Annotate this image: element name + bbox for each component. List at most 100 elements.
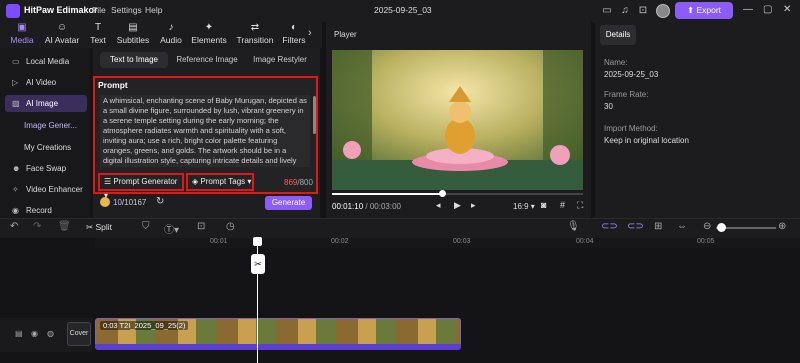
detail-import-label: Import Method: bbox=[604, 124, 658, 133]
fit-icon[interactable]: ⊞ bbox=[654, 221, 662, 232]
player-label: Player bbox=[334, 30, 357, 39]
detail-import-value: Keep in original location bbox=[604, 136, 689, 145]
ai-image-icon: ▨ bbox=[12, 99, 20, 108]
sidebar-item-ai-image[interactable]: ▨ AI Image bbox=[5, 95, 87, 112]
snapshot-icon[interactable]: ◙ bbox=[541, 200, 546, 210]
sidebar-item-local-media[interactable]: ▭ Local Media bbox=[5, 53, 87, 70]
sidebar-item-record[interactable]: ◉ Record bbox=[5, 202, 87, 219]
list-icon: ☰ bbox=[104, 177, 112, 186]
track-visibility-icon[interactable]: ◉ bbox=[31, 329, 38, 338]
timeline-ruler[interactable] bbox=[95, 238, 800, 248]
scissors-icon: ✂ bbox=[86, 222, 94, 232]
prompt-generator-button[interactable]: ☰ Prompt Generator ▾ bbox=[98, 173, 184, 200]
ruler-label: 00:01 bbox=[210, 238, 228, 245]
char-count: 869/800 bbox=[284, 178, 313, 187]
redo-icon[interactable]: ↷ bbox=[33, 221, 41, 232]
sidebar-item-video-enhancer[interactable]: ✧ Video Enhancer bbox=[5, 181, 87, 198]
speed-icon[interactable]: ◷ bbox=[226, 221, 235, 232]
sidebar-subitem-my-creations[interactable]: My Creations bbox=[24, 143, 71, 152]
prompt-scrollbar[interactable] bbox=[313, 96, 316, 134]
crop-icon[interactable]: ⊡ bbox=[197, 221, 205, 232]
sidebar-subitem-image-generator[interactable]: Image Gener... bbox=[24, 121, 77, 130]
microphone-icon[interactable]: 🎙 bbox=[567, 221, 580, 232]
ruler-label: 00:02 bbox=[331, 238, 349, 245]
export-label: Export bbox=[696, 5, 722, 15]
maximize-icon[interactable]: ▢ bbox=[763, 4, 772, 15]
zoom-in-icon[interactable]: ⊕ bbox=[778, 221, 786, 232]
ai-video-icon: ▷ bbox=[12, 78, 19, 87]
text-tool-icon[interactable]: Ⓣ▾ bbox=[164, 221, 179, 236]
tab-details[interactable]: Details bbox=[600, 25, 636, 45]
project-title: 2025-09-25_03 bbox=[374, 5, 432, 15]
cover-button[interactable]: Cover bbox=[67, 322, 91, 346]
detail-framerate-label: Frame Rate: bbox=[604, 90, 649, 99]
clip-label: 0:03 T2I_2025_09_25(2) bbox=[100, 321, 189, 330]
expand-icon[interactable]: ⇔ bbox=[677, 221, 687, 232]
zoom-handle[interactable] bbox=[717, 223, 726, 232]
generate-button[interactable]: Generate bbox=[265, 196, 312, 210]
app-logo-icon bbox=[6, 4, 20, 18]
split-button[interactable]: ✂ Split bbox=[86, 222, 112, 233]
close-icon[interactable]: ✕ bbox=[783, 4, 791, 15]
tab-reference-image[interactable]: Reference Image bbox=[172, 52, 242, 68]
avatar[interactable] bbox=[656, 4, 670, 18]
menu-help[interactable]: Help bbox=[145, 5, 162, 15]
ruler-label: 00:03 bbox=[453, 238, 471, 245]
detail-name-label: Name: bbox=[604, 58, 628, 67]
sidebar-item-face-swap[interactable]: ☻ Face Swap bbox=[5, 160, 87, 177]
split-marker-icon[interactable]: ✂ bbox=[251, 254, 265, 274]
sidebar-item-ai-video[interactable]: ▷ AI Video bbox=[5, 74, 87, 91]
tag-icon: ◈ bbox=[192, 177, 199, 186]
credits: 10/10167 bbox=[113, 198, 147, 207]
layout-icon[interactable]: ▭ bbox=[600, 4, 614, 18]
chevron-down-icon: ▾ bbox=[247, 177, 252, 186]
menu-file[interactable]: File bbox=[92, 5, 106, 15]
record-icon: ◉ bbox=[12, 206, 19, 215]
track-lock-icon[interactable]: ▤ bbox=[15, 329, 23, 338]
media-icon: ▣ bbox=[17, 22, 27, 33]
export-button[interactable]: ⬆ Export bbox=[675, 2, 733, 19]
grid-icon[interactable]: # bbox=[560, 200, 565, 210]
fullscreen-icon[interactable]: ⛶ bbox=[577, 200, 583, 211]
app-name: HitPaw Edimakor bbox=[24, 5, 98, 15]
prev-frame-icon[interactable]: ◂ bbox=[436, 200, 441, 211]
detail-name-value: 2025-09-25_03 bbox=[604, 70, 659, 79]
enhancer-icon: ✧ bbox=[12, 185, 19, 194]
minimize-icon[interactable]: — bbox=[743, 4, 753, 15]
elements-icon: ✦ bbox=[204, 22, 214, 33]
play-icon[interactable]: ▶ bbox=[454, 200, 461, 211]
refresh-icon[interactable]: ↻ bbox=[156, 196, 164, 207]
progress-fill bbox=[332, 193, 443, 195]
zoom-out-icon[interactable]: ⊖ bbox=[703, 221, 711, 232]
ruler-label: 00:04 bbox=[576, 238, 594, 245]
shield-icon[interactable]: ⛉ bbox=[142, 221, 150, 232]
delete-icon[interactable]: 🗑 bbox=[58, 221, 71, 232]
transition-icon: ⇄ bbox=[250, 22, 260, 33]
tab-text-to-image[interactable]: Text to Image bbox=[100, 52, 168, 68]
aspect-ratio[interactable]: 16:9 ▾ bbox=[513, 202, 535, 211]
playhead-handle[interactable] bbox=[253, 237, 262, 246]
gift-icon[interactable]: ⊡ bbox=[636, 4, 650, 18]
tab-transition[interactable]: ⇄ Transition bbox=[233, 22, 277, 48]
clip-audio-bar bbox=[95, 344, 461, 350]
tab-image-restyler[interactable]: Image Restyler bbox=[246, 52, 314, 68]
menu-settings[interactable]: Settings bbox=[111, 5, 142, 15]
tab-elements[interactable]: ✦ Elements bbox=[187, 22, 231, 48]
prompt-tags-button[interactable]: ◈ Prompt Tags ▾ bbox=[186, 173, 254, 191]
timecode: 00:01:10 / 00:03:00 bbox=[332, 202, 401, 211]
preview-image bbox=[332, 50, 583, 190]
magnet-icon[interactable]: ⊂⊃ bbox=[601, 221, 618, 232]
notification-icon[interactable]: ♫ bbox=[618, 4, 632, 18]
ruler-label: 00:05 bbox=[697, 238, 715, 245]
prompt-textarea[interactable]: A whimsical, enchanting scene of Baby Mu… bbox=[100, 95, 310, 167]
folder-icon: ▭ bbox=[12, 57, 20, 66]
link-icon[interactable]: ⊂⊃ bbox=[627, 221, 644, 232]
track-audio-icon[interactable]: ◍ bbox=[47, 329, 54, 338]
tab-media[interactable]: ▣ Media bbox=[0, 22, 44, 48]
chevron-right-icon[interactable]: › bbox=[308, 27, 312, 39]
coin-icon bbox=[100, 197, 110, 207]
details-panel bbox=[595, 22, 800, 218]
next-frame-icon[interactable]: ▸ bbox=[471, 200, 476, 211]
undo-icon[interactable]: ↶ bbox=[10, 221, 18, 232]
detail-framerate-value: 30 bbox=[604, 102, 613, 111]
